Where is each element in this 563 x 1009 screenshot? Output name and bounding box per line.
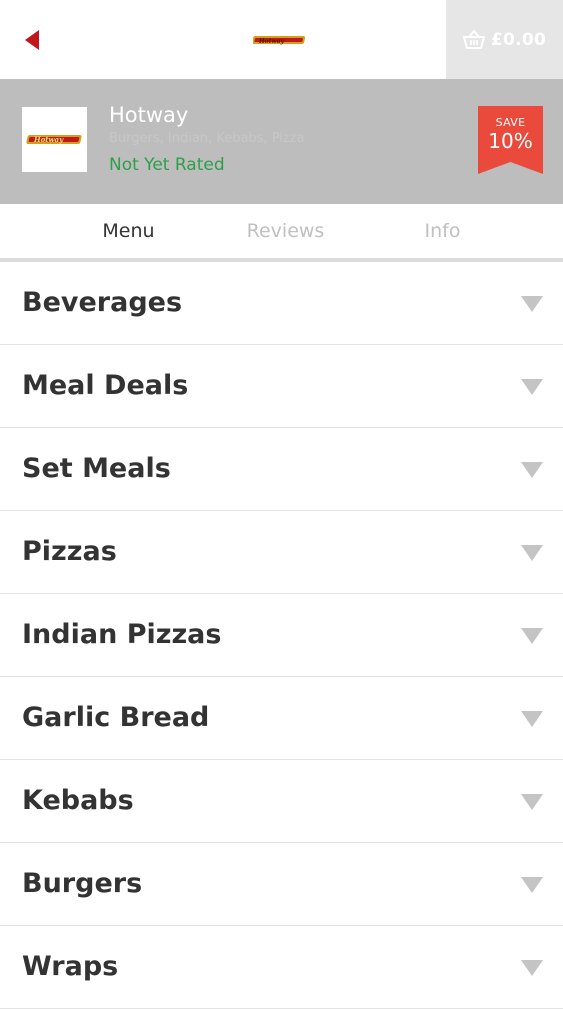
basket-button[interactable]: £0.00: [446, 0, 563, 79]
category-beverages[interactable]: Beverages: [0, 262, 563, 345]
basket-icon: [462, 29, 485, 49]
restaurant-logo-mark: Hotway: [25, 134, 82, 144]
category-wraps[interactable]: Wraps: [0, 926, 563, 1009]
back-arrow-icon: [25, 30, 39, 50]
category-label: Kebabs: [22, 785, 134, 816]
restaurant-name: Hotway: [109, 103, 189, 127]
category-burgers[interactable]: Burgers: [0, 843, 563, 926]
tab-info[interactable]: Info: [364, 204, 521, 260]
category-kebabs[interactable]: Kebabs: [0, 760, 563, 843]
category-label: Beverages: [22, 287, 183, 318]
top-bar: Hotway £0.00: [0, 0, 563, 79]
basket-total: £0.00: [490, 29, 547, 50]
discount-value: 10%: [488, 129, 533, 153]
category-label: Pizzas: [22, 536, 117, 567]
category-indian-pizzas[interactable]: Indian Pizzas: [0, 594, 563, 677]
chevron-down-icon: [521, 711, 543, 727]
category-pizzas[interactable]: Pizzas: [0, 511, 563, 594]
tab-menu[interactable]: Menu: [50, 204, 207, 260]
discount-label: SAVE: [495, 116, 526, 129]
category-label: Garlic Bread: [22, 702, 210, 733]
brand-logo: Hotway: [253, 36, 306, 45]
chevron-down-icon: [521, 960, 543, 976]
tab-reviews[interactable]: Reviews: [207, 204, 364, 260]
chevron-down-icon: [521, 296, 543, 312]
chevron-down-icon: [521, 379, 543, 395]
chevron-down-icon: [521, 628, 543, 644]
restaurant-logo: Hotway: [22, 107, 87, 172]
back-button[interactable]: [14, 22, 50, 58]
category-label: Indian Pizzas: [22, 619, 222, 650]
category-set-meals[interactable]: Set Meals: [0, 428, 563, 511]
category-label: Set Meals: [22, 453, 171, 484]
tab-bar: Menu Reviews Info: [0, 204, 563, 260]
restaurant-cuisines: Burgers, Indian, Kebabs, Pizza: [109, 131, 305, 146]
category-label: Meal Deals: [22, 370, 189, 401]
restaurant-header: Hotway Hotway Burgers, Indian, Kebabs, P…: [0, 79, 563, 204]
category-garlic-bread[interactable]: Garlic Bread: [0, 677, 563, 760]
category-label: Wraps: [22, 951, 119, 982]
chevron-down-icon: [521, 877, 543, 893]
restaurant-rating: Not Yet Rated: [109, 155, 225, 175]
chevron-down-icon: [521, 545, 543, 561]
svg-text:Hotway: Hotway: [258, 38, 284, 45]
chevron-down-icon: [521, 462, 543, 478]
category-meal-deals[interactable]: Meal Deals: [0, 345, 563, 428]
svg-text:Hotway: Hotway: [33, 135, 64, 144]
category-label: Burgers: [22, 868, 143, 899]
menu-category-list: Beverages Meal Deals Set Meals Pizzas In…: [0, 262, 563, 1009]
chevron-down-icon: [521, 794, 543, 810]
